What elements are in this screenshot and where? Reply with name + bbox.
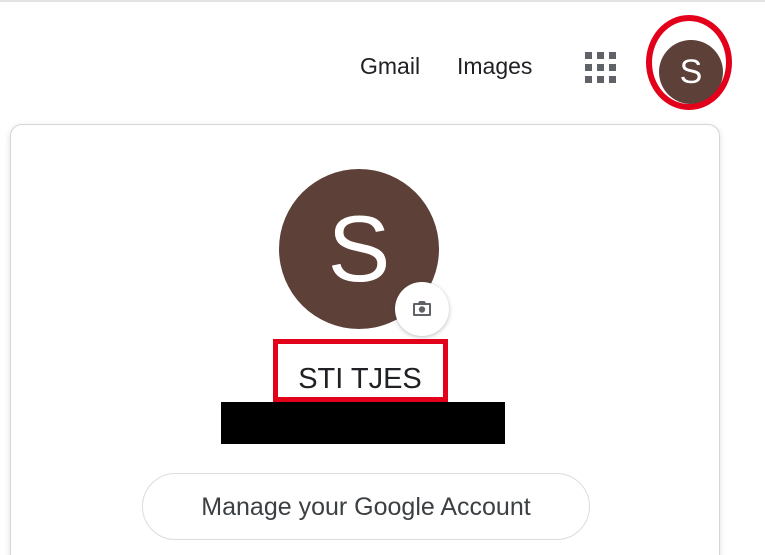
manage-account-button[interactable]: Manage your Google Account [142,473,590,540]
camera-icon [413,301,431,316]
images-link[interactable]: Images [457,52,532,80]
change-photo-button[interactable] [395,282,449,336]
redacted-email [221,402,505,444]
top-divider [0,0,765,2]
google-page: Gmail Images S S STI TJES Manage your Go… [0,0,765,555]
annotation-rectangle [273,339,448,402]
gmail-link[interactable]: Gmail [360,52,420,80]
annotation-circle [646,15,732,110]
apps-grid-icon[interactable] [585,52,617,84]
